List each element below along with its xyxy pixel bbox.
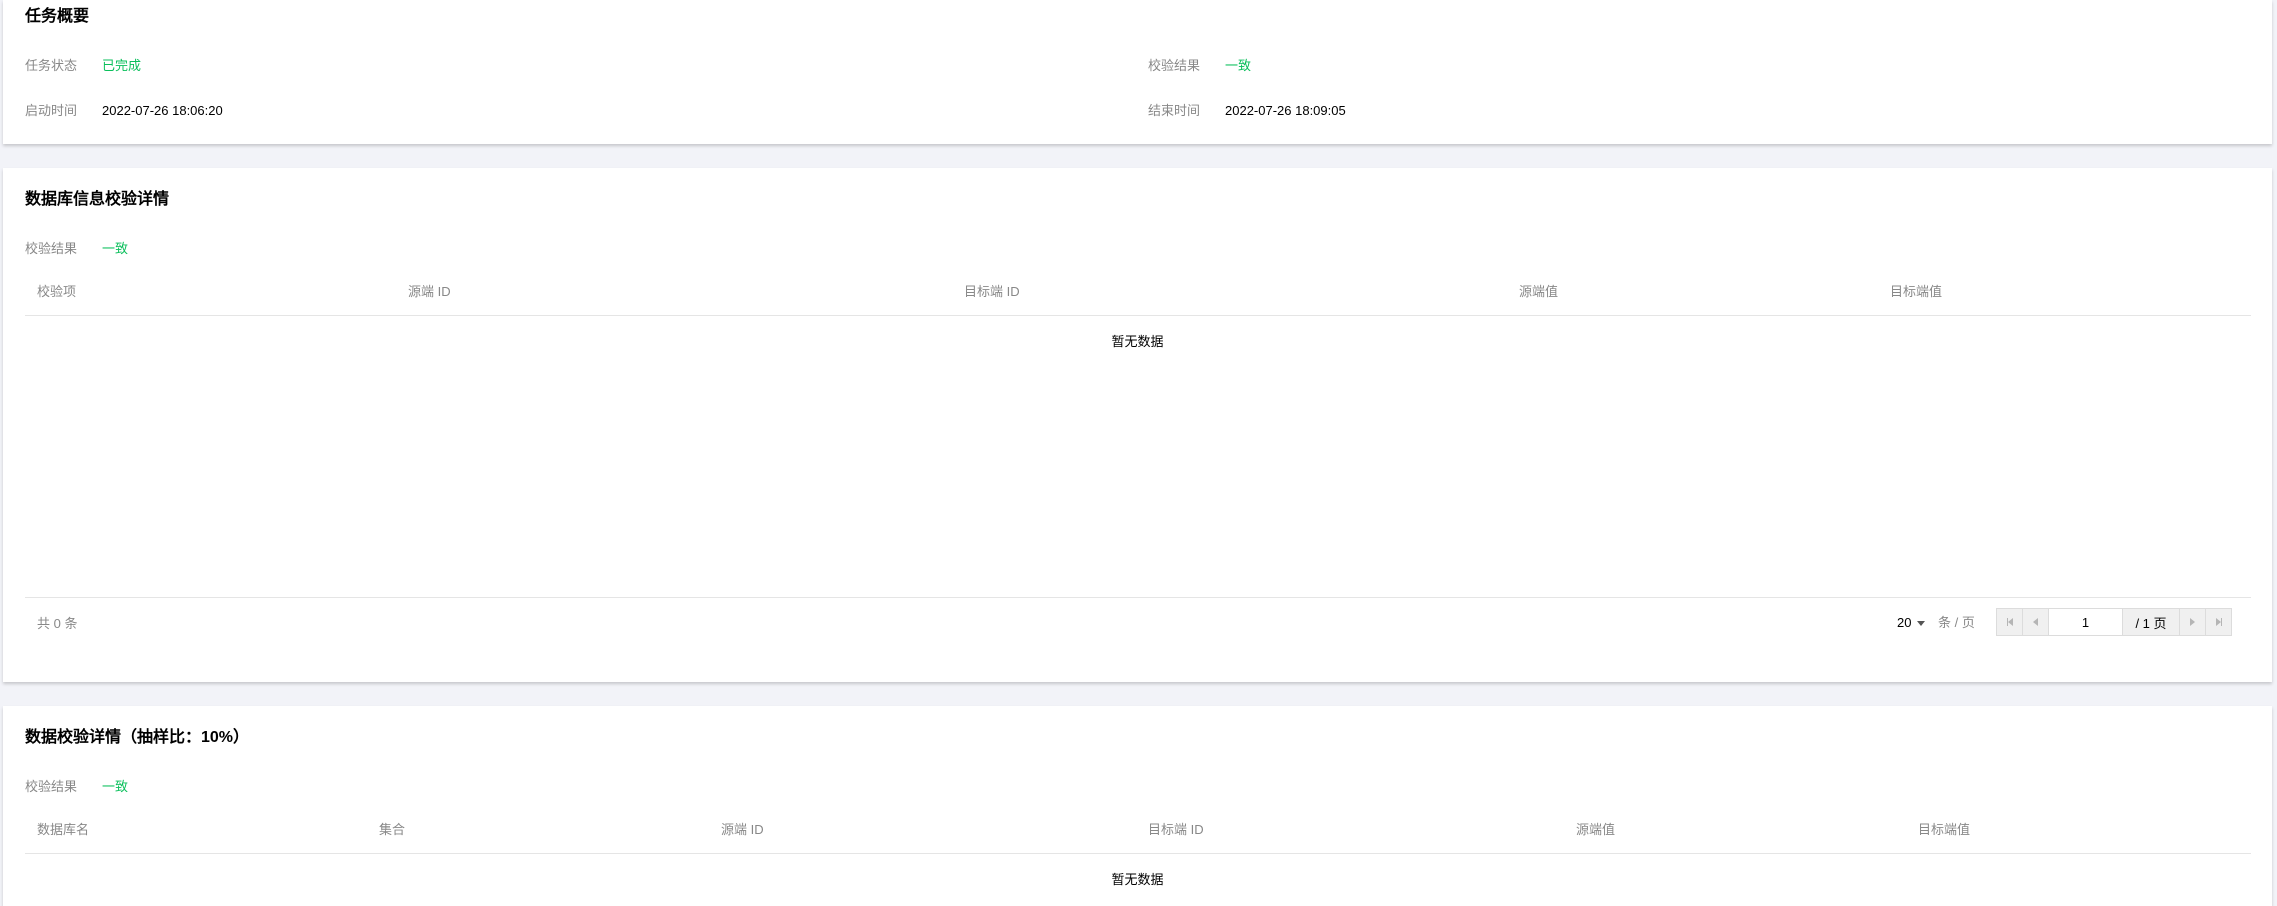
- end-time-label: 结束时间: [1148, 103, 1201, 118]
- page-size-value: 20: [1897, 615, 1912, 630]
- column-header: 数据库名: [37, 822, 90, 837]
- start-time-label: 启动时间: [25, 103, 78, 118]
- table-header-divider: [25, 315, 2251, 316]
- data-check-title: 数据校验详情（抽样比：10%）: [25, 729, 250, 746]
- data-check-result-label: 校验结果: [25, 779, 78, 794]
- pagination: / 1 页: [1996, 608, 2232, 636]
- page-number-input[interactable]: [2049, 609, 2123, 635]
- column-header: 目标端 ID: [1148, 822, 1204, 837]
- table-footer-divider: [25, 597, 2251, 598]
- next-page-button[interactable]: [2179, 609, 2205, 635]
- task-status-value: 已完成: [102, 58, 142, 73]
- page-size-unit: 条 / 页: [1938, 615, 1975, 630]
- empty-placeholder: 暂无数据: [1111, 872, 1164, 887]
- column-header: 校验项: [37, 284, 77, 299]
- chevron-right-icon: [2190, 618, 2195, 626]
- column-header: 源端 ID: [408, 284, 451, 299]
- column-header: 目标端值: [1890, 284, 1943, 299]
- column-header: 集合: [379, 822, 406, 837]
- check-result-label: 校验结果: [1148, 58, 1201, 73]
- caret-down-icon: [1917, 621, 1926, 627]
- column-header: 源端值: [1576, 822, 1616, 837]
- task-status-label: 任务状态: [25, 58, 78, 73]
- db-info-title: 数据库信息校验详情: [25, 191, 170, 208]
- total-count: 共 0 条: [37, 616, 78, 631]
- first-page-icon: [2006, 618, 2013, 626]
- start-time-value: 2022-07-26 18:06:20: [102, 103, 223, 118]
- column-header: 目标端 ID: [964, 284, 1020, 299]
- last-page-button[interactable]: [2205, 609, 2231, 635]
- empty-placeholder: 暂无数据: [1111, 334, 1164, 349]
- db-info-check-card: 数据库信息校验详情 校验结果 一致 校验项 源端 ID 目标端 ID 源端值 目…: [3, 168, 2272, 682]
- check-result-value: 一致: [1225, 58, 1252, 73]
- prev-page-button[interactable]: [2023, 609, 2049, 635]
- task-summary-card: 任务概要 任务状态 已完成 校验结果 一致 启动时间 2022-07-26 18…: [3, 0, 2272, 144]
- db-info-result-label: 校验结果: [25, 241, 78, 256]
- column-header: 源端值: [1519, 284, 1559, 299]
- page-size-select[interactable]: 20: [1897, 615, 1926, 631]
- data-check-result-value: 一致: [102, 779, 129, 794]
- end-time-value: 2022-07-26 18:09:05: [1225, 103, 1346, 118]
- page-count: / 1 页: [2123, 609, 2179, 635]
- chevron-left-icon: [2033, 618, 2038, 626]
- column-header: 源端 ID: [721, 822, 764, 837]
- table-header-divider: [25, 853, 2251, 854]
- first-page-button[interactable]: [1997, 609, 2023, 635]
- last-page-icon: [2215, 618, 2222, 626]
- column-header: 目标端值: [1918, 822, 1971, 837]
- task-summary-title: 任务概要: [25, 8, 90, 25]
- data-check-card: 数据校验详情（抽样比：10%） 校验结果 一致 数据库名 集合 源端 ID 目标…: [3, 706, 2272, 906]
- db-info-result-value: 一致: [102, 241, 129, 256]
